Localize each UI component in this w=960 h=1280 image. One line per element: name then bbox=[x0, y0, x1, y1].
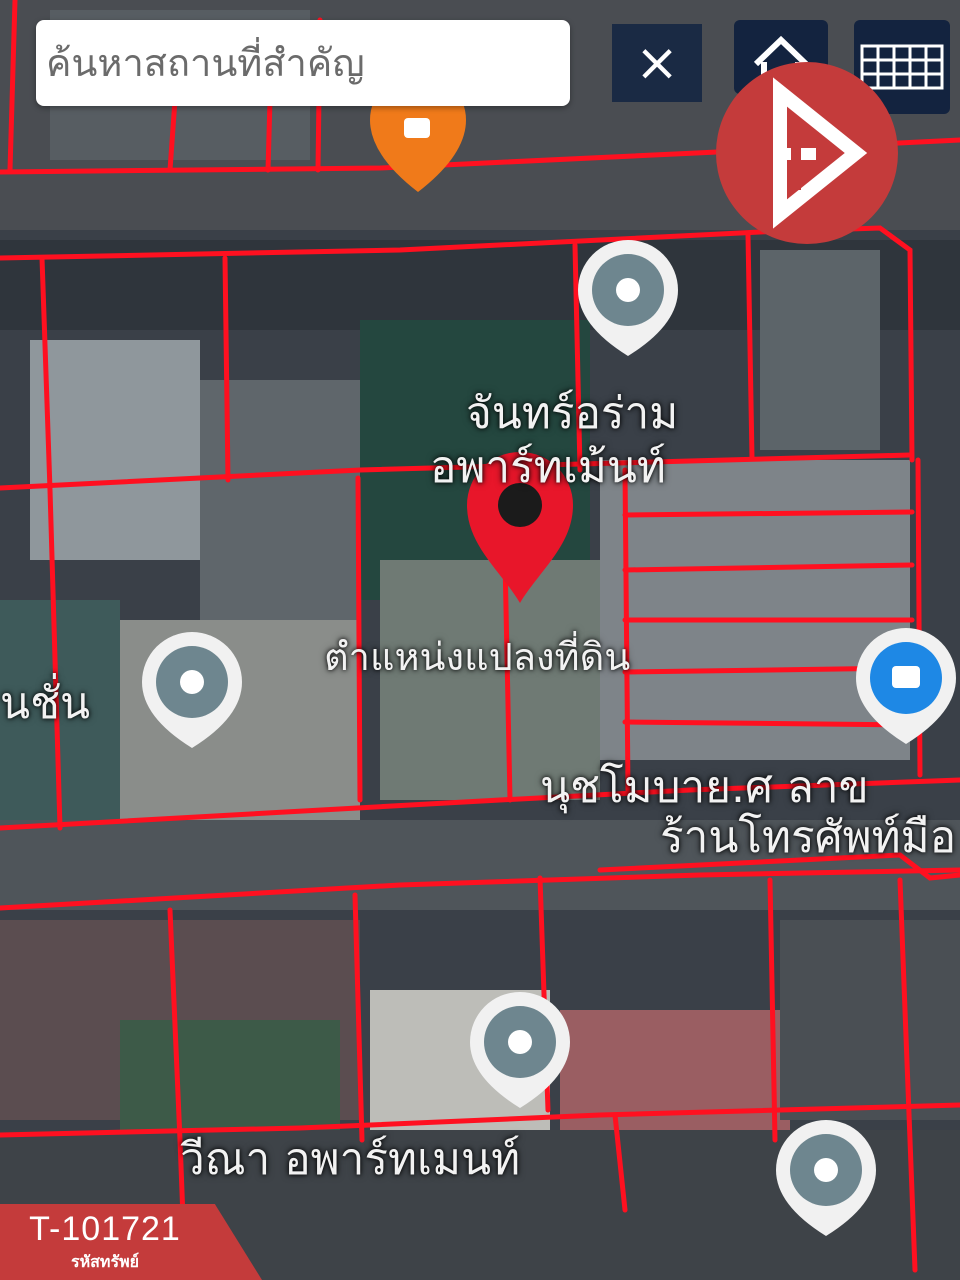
search-bar[interactable] bbox=[36, 20, 570, 106]
parcel-location-label: ตำแหน่งแปลงที่ดิน bbox=[324, 635, 631, 679]
search-input[interactable] bbox=[36, 20, 570, 106]
property-code: T-101721 bbox=[29, 1210, 181, 1248]
property-code-caption: รหัสทรัพย์ bbox=[71, 1252, 139, 1271]
map-place-label: ร้านโทรศัพท์มือ bbox=[660, 812, 957, 863]
map-place-label: อพาร์ทเม้นท์ bbox=[430, 442, 666, 493]
map-place-label: วีณา อพาร์ทเมนท์ bbox=[180, 1134, 521, 1185]
close-icon: × bbox=[635, 33, 679, 93]
brand-logo-icon bbox=[716, 62, 898, 244]
map-place-label: นชั่น bbox=[0, 678, 91, 729]
clear-search-button[interactable]: × bbox=[612, 24, 702, 102]
